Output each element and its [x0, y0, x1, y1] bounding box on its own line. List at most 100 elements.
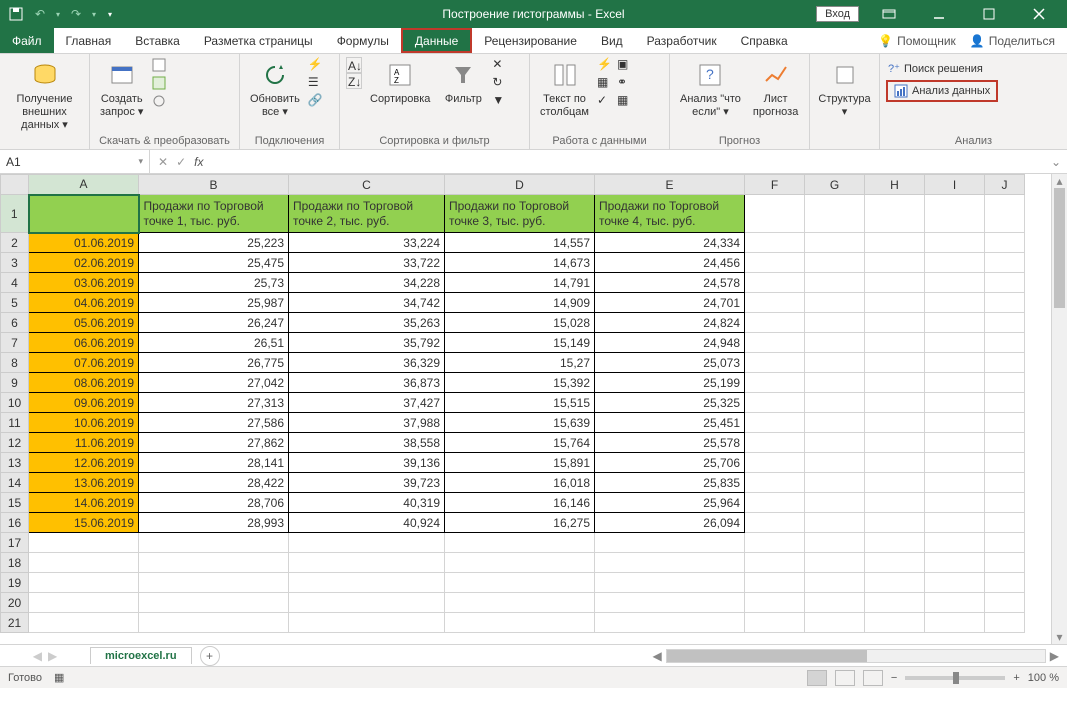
- row-header-1[interactable]: 1: [1, 195, 29, 233]
- cell-data-14-4[interactable]: 26,094: [595, 513, 745, 533]
- sort-button[interactable]: AZ Сортировка: [366, 57, 434, 108]
- cell-data-10-3[interactable]: 15,764: [445, 433, 595, 453]
- cell-date-14[interactable]: 15.06.2019: [29, 513, 139, 533]
- cell-data-4-3[interactable]: 15,028: [445, 313, 595, 333]
- col-header-I[interactable]: I: [925, 175, 985, 195]
- sort-desc-icon[interactable]: Z↓: [346, 73, 362, 89]
- cell-data-3-1[interactable]: 25,987: [139, 293, 289, 313]
- row-header-9[interactable]: 9: [1, 373, 29, 393]
- cell-data-2-3[interactable]: 14,791: [445, 273, 595, 293]
- undo-dropdown-icon[interactable]: ▾: [56, 10, 60, 19]
- row-header-18[interactable]: 18: [1, 553, 29, 573]
- cell-data-12-2[interactable]: 39,723: [289, 473, 445, 493]
- col-header-A[interactable]: A: [29, 175, 139, 195]
- row-header-15[interactable]: 15: [1, 493, 29, 513]
- forecast-sheet-button[interactable]: Лист прогноза: [749, 57, 802, 121]
- cell-data-11-2[interactable]: 39,136: [289, 453, 445, 473]
- cell-data-4-4[interactable]: 24,824: [595, 313, 745, 333]
- cell-data-13-3[interactable]: 16,146: [445, 493, 595, 513]
- cell-data-3-4[interactable]: 24,701: [595, 293, 745, 313]
- name-box[interactable]: A1 ▾: [0, 150, 150, 173]
- tab-разметка страницы[interactable]: Разметка страницы: [192, 28, 325, 53]
- solver-button[interactable]: ?⁺ Поиск решения: [886, 61, 985, 76]
- col-header-J[interactable]: J: [985, 175, 1025, 195]
- new-query-button[interactable]: Создать запрос ▾: [96, 57, 147, 121]
- col-header-E[interactable]: E: [595, 175, 745, 195]
- cell-data-14-1[interactable]: 28,993: [139, 513, 289, 533]
- close-icon[interactable]: [1019, 0, 1059, 28]
- row-header-17[interactable]: 17: [1, 533, 29, 553]
- cell-data-6-1[interactable]: 26,775: [139, 353, 289, 373]
- cell-data-3-3[interactable]: 14,909: [445, 293, 595, 313]
- cell-data-7-2[interactable]: 36,873: [289, 373, 445, 393]
- cancel-formula-icon[interactable]: ✕: [158, 155, 168, 169]
- undo-icon[interactable]: ↶: [32, 6, 48, 22]
- cell-data-13-4[interactable]: 25,964: [595, 493, 745, 513]
- flash-fill-icon[interactable]: ⚡: [597, 57, 613, 73]
- text-to-columns-button[interactable]: Текст по столбцам: [536, 57, 593, 121]
- normal-view-icon[interactable]: [807, 670, 827, 686]
- cell-data-0-4[interactable]: 24,334: [595, 233, 745, 253]
- sheet-tab-active[interactable]: microexcel.ru: [90, 647, 192, 664]
- tab-рецензирование[interactable]: Рецензирование: [472, 28, 589, 53]
- cell-data-7-3[interactable]: 15,392: [445, 373, 595, 393]
- row-header-4[interactable]: 4: [1, 273, 29, 293]
- cell-date-3[interactable]: 04.06.2019: [29, 293, 139, 313]
- tab-справка[interactable]: Справка: [729, 28, 800, 53]
- cell-data-3-2[interactable]: 34,742: [289, 293, 445, 313]
- cell-date-10[interactable]: 11.06.2019: [29, 433, 139, 453]
- cell-date-2[interactable]: 03.06.2019: [29, 273, 139, 293]
- cell-data-1-3[interactable]: 14,673: [445, 253, 595, 273]
- cell-data-9-4[interactable]: 25,451: [595, 413, 745, 433]
- show-queries-icon[interactable]: [151, 57, 167, 73]
- clear-filter-icon[interactable]: ✕: [492, 57, 508, 73]
- cell-data-9-1[interactable]: 27,586: [139, 413, 289, 433]
- cell-data-10-4[interactable]: 25,578: [595, 433, 745, 453]
- cell-data-0-3[interactable]: 14,557: [445, 233, 595, 253]
- macro-record-icon[interactable]: ▦: [54, 671, 64, 684]
- cell-date-13[interactable]: 14.06.2019: [29, 493, 139, 513]
- row-header-3[interactable]: 3: [1, 253, 29, 273]
- qat-customize-icon[interactable]: ▾: [108, 10, 112, 19]
- cell-data-1-1[interactable]: 25,475: [139, 253, 289, 273]
- redo-icon[interactable]: ↷: [68, 6, 84, 22]
- col-header-C[interactable]: C: [289, 175, 445, 195]
- tab-главная[interactable]: Главная: [54, 28, 124, 53]
- cell-header-1[interactable]: Продажи по Торговой точке 1, тыс. руб.: [139, 195, 289, 233]
- cell-data-12-3[interactable]: 16,018: [445, 473, 595, 493]
- cell-header-3[interactable]: Продажи по Торговой точке 3, тыс. руб.: [445, 195, 595, 233]
- cell-date-8[interactable]: 09.06.2019: [29, 393, 139, 413]
- cell-data-5-1[interactable]: 26,51: [139, 333, 289, 353]
- zoom-out-icon[interactable]: −: [891, 672, 897, 684]
- select-all-corner[interactable]: [1, 175, 29, 195]
- outline-button[interactable]: Структура ▾: [816, 57, 873, 121]
- cell-date-6[interactable]: 07.06.2019: [29, 353, 139, 373]
- share-button[interactable]: 👤Поделиться: [970, 34, 1055, 48]
- row-header-21[interactable]: 21: [1, 613, 29, 633]
- cell-date-4[interactable]: 05.06.2019: [29, 313, 139, 333]
- data-validation-icon[interactable]: ✓: [597, 93, 613, 109]
- connections-icon[interactable]: ⚡: [308, 57, 324, 73]
- recent-sources-icon[interactable]: [151, 93, 167, 109]
- filter-button[interactable]: Фильтр: [438, 57, 488, 108]
- horizontal-scrollbar[interactable]: [666, 649, 1046, 663]
- cell-data-10-2[interactable]: 38,558: [289, 433, 445, 453]
- vertical-scrollbar[interactable]: ▴ ▾: [1051, 174, 1067, 644]
- row-header-5[interactable]: 5: [1, 293, 29, 313]
- cell-data-6-3[interactable]: 15,27: [445, 353, 595, 373]
- tab-разработчик[interactable]: Разработчик: [635, 28, 729, 53]
- cell-data-5-3[interactable]: 15,149: [445, 333, 595, 353]
- cell-data-0-1[interactable]: 25,223: [139, 233, 289, 253]
- cell-data-1-4[interactable]: 24,456: [595, 253, 745, 273]
- hscroll-left-icon[interactable]: ◀: [649, 649, 666, 663]
- cell-date-12[interactable]: 13.06.2019: [29, 473, 139, 493]
- enter-formula-icon[interactable]: ✓: [176, 155, 186, 169]
- cell-data-12-4[interactable]: 25,835: [595, 473, 745, 493]
- cell-data-6-2[interactable]: 36,329: [289, 353, 445, 373]
- row-header-8[interactable]: 8: [1, 353, 29, 373]
- col-header-G[interactable]: G: [805, 175, 865, 195]
- consolidate-icon[interactable]: ▣: [617, 57, 633, 73]
- cell-data-4-1[interactable]: 26,247: [139, 313, 289, 333]
- cell-data-10-1[interactable]: 27,862: [139, 433, 289, 453]
- cell-date-0[interactable]: 01.06.2019: [29, 233, 139, 253]
